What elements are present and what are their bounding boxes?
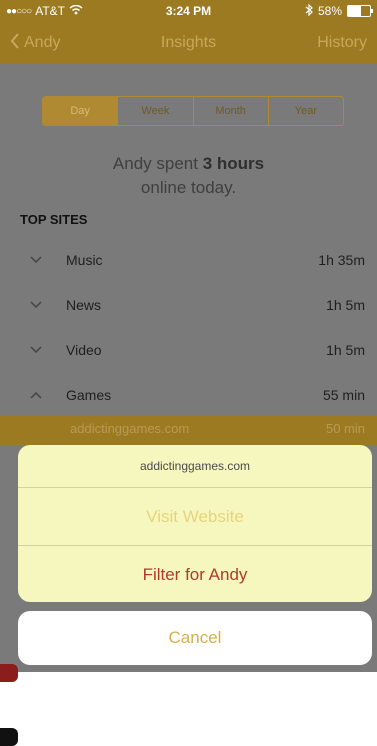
expanded-site-domain: addictinggames.com xyxy=(70,421,190,436)
chevron-down-icon xyxy=(30,298,42,312)
period-segmented-control: Day Week Month Year xyxy=(42,96,344,126)
visit-website-button[interactable]: Visit Website xyxy=(18,488,372,546)
cancel-button[interactable]: Cancel xyxy=(18,611,372,665)
segment-day[interactable]: Day xyxy=(43,97,118,125)
carrier-label: AT&T xyxy=(35,4,65,18)
site-name: Music xyxy=(66,252,103,268)
signal-dots-icon: ●●○○○ xyxy=(6,5,32,17)
usage-summary: Andy spent 3 hours online today. xyxy=(0,152,377,200)
action-sheet: addictinggames.com Visit Website Filter … xyxy=(18,445,372,602)
battery-level xyxy=(348,6,361,16)
chevron-left-icon xyxy=(10,32,20,54)
chevron-down-icon xyxy=(30,253,42,267)
history-button[interactable]: History xyxy=(317,34,367,52)
segment-year[interactable]: Year xyxy=(267,97,343,125)
site-time: 1h 5m xyxy=(326,297,365,313)
action-sheet-title: addictinggames.com xyxy=(18,445,372,488)
usage-prefix: Andy spent xyxy=(112,154,203,173)
app-icon-peek xyxy=(0,728,18,746)
back-label: Andy xyxy=(24,34,61,51)
filter-button[interactable]: Filter for Andy xyxy=(18,546,372,602)
chevron-down-icon xyxy=(30,343,42,357)
app-icon-peek xyxy=(0,664,18,682)
site-time: 55 min xyxy=(322,387,365,403)
site-name: Video xyxy=(66,342,102,358)
status-right: 58% xyxy=(305,3,373,19)
site-row-games[interactable]: Games 55 min xyxy=(0,373,377,417)
expanded-site-row[interactable]: addictinggames.com 50 min xyxy=(0,415,377,445)
battery-percent: 58% xyxy=(317,4,342,18)
back-button[interactable]: Andy xyxy=(10,32,61,54)
site-time: 1h 35m xyxy=(318,252,365,268)
site-name: News xyxy=(66,297,102,313)
nav-bar: Andy Insights History xyxy=(0,22,377,64)
status-left: ●●○○○ AT&T xyxy=(6,4,83,18)
segment-week[interactable]: Week xyxy=(117,97,193,125)
site-time: 1h 5m xyxy=(326,342,365,358)
battery-icon xyxy=(347,5,373,17)
bluetooth-icon xyxy=(305,3,313,19)
chevron-up-icon xyxy=(30,388,42,402)
segment-month[interactable]: Month xyxy=(192,97,268,125)
site-row-video[interactable]: Video 1h 5m xyxy=(0,328,377,372)
usage-suffix: online today. xyxy=(140,178,237,197)
site-row-music[interactable]: Music 1h 35m xyxy=(0,238,377,282)
site-row-news[interactable]: News 1h 5m xyxy=(0,283,377,327)
wifi-icon xyxy=(69,4,83,18)
usage-hours: 3 hours xyxy=(202,154,265,173)
expanded-site-time: 50 min xyxy=(325,421,365,436)
status-bar: ●●○○○ AT&T 3:24 PM 58% xyxy=(0,0,377,22)
top-sites-heading: TOP SITES xyxy=(20,212,88,227)
site-name: Games xyxy=(66,387,112,403)
